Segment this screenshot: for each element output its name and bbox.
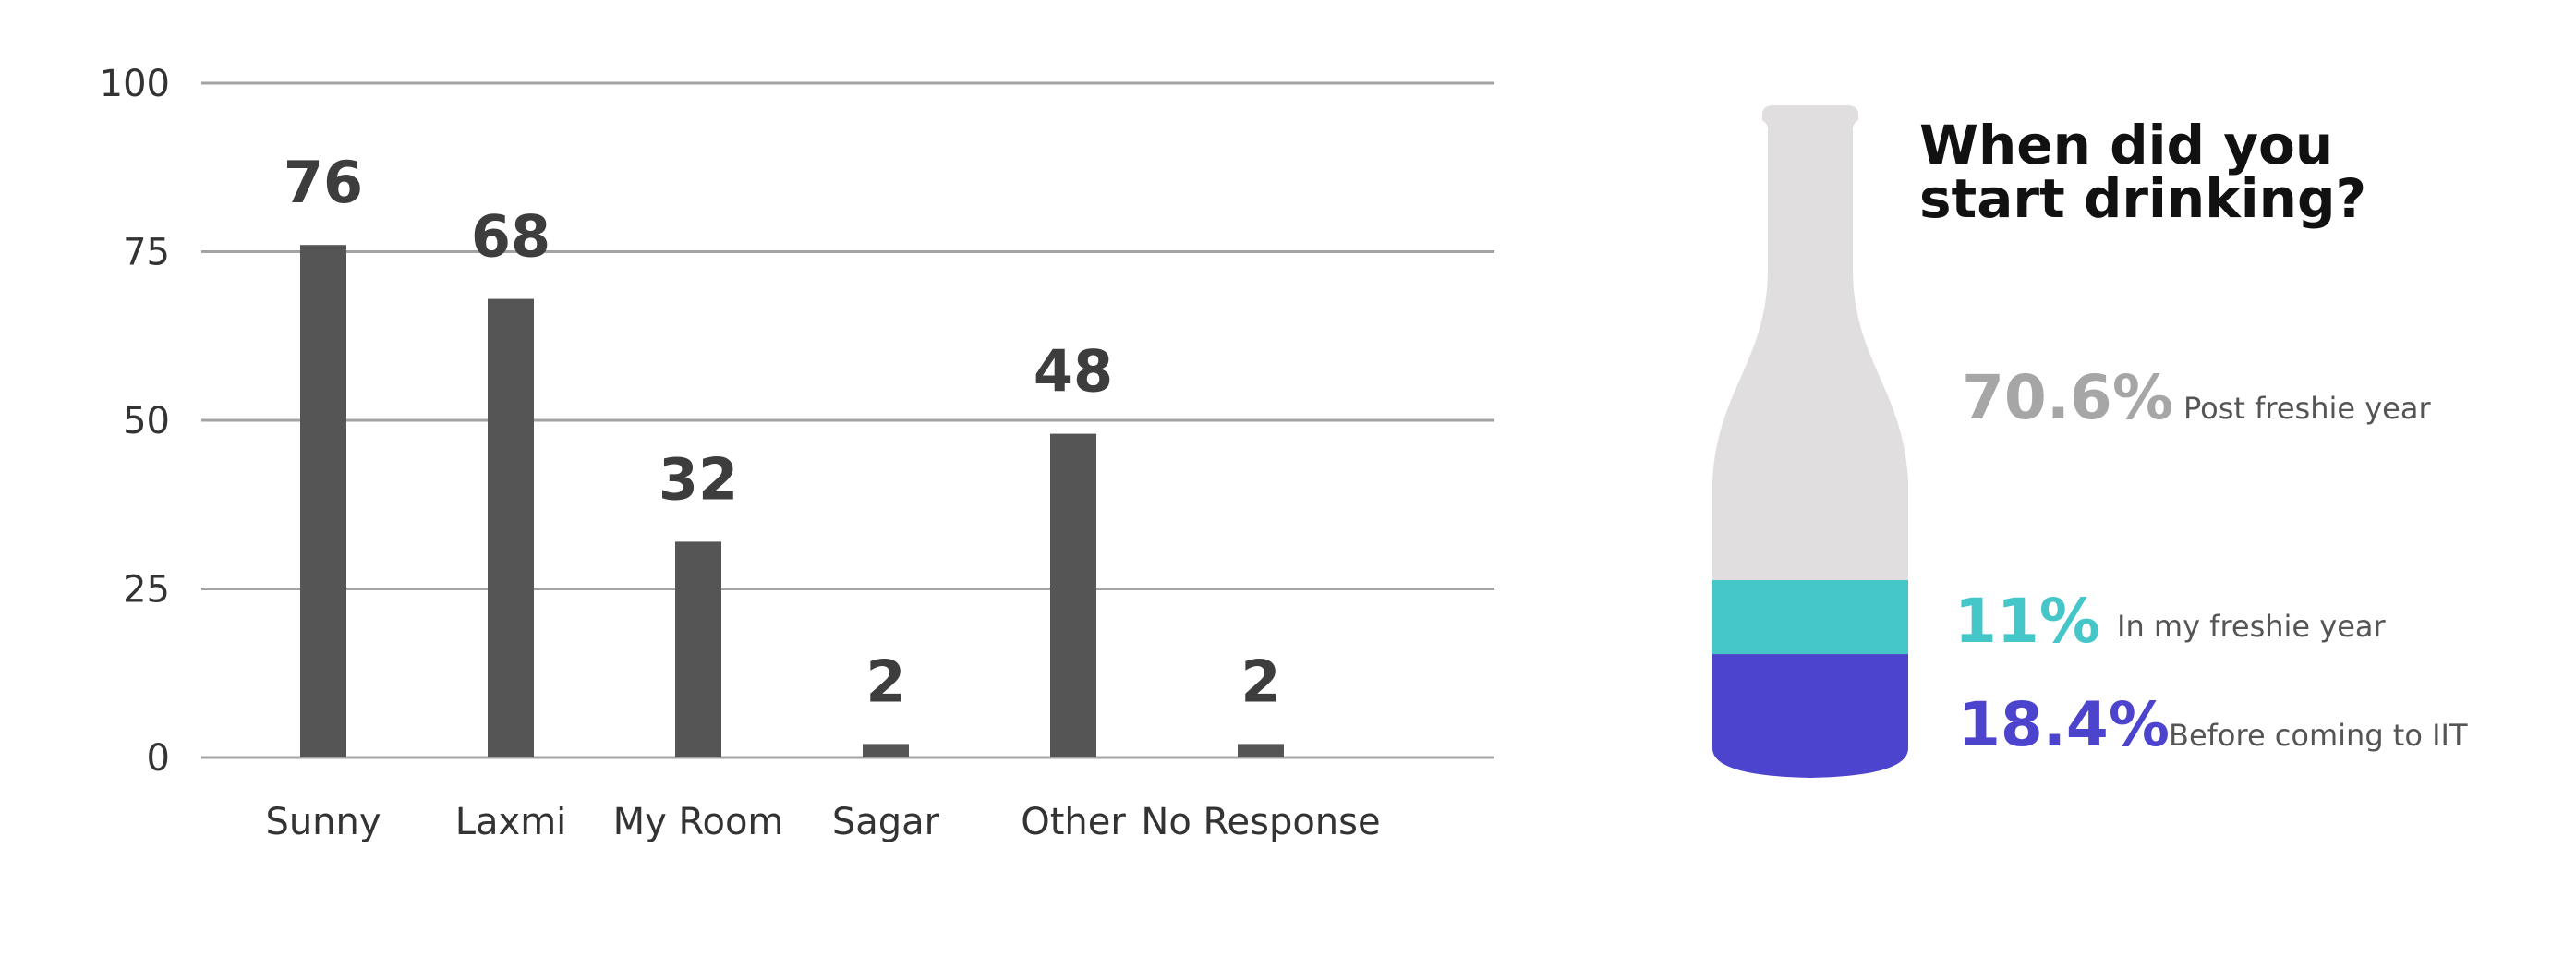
y-tick-label: 100	[100, 63, 170, 105]
bars	[300, 245, 1284, 757]
bottle-title-line-2: start drinking?	[1919, 167, 2367, 230]
bar	[488, 298, 534, 757]
y-tick-label: 50	[123, 400, 170, 442]
category-label: Sunny	[265, 801, 381, 843]
y-axis-ticks: 0 25 50 75 100	[100, 63, 170, 780]
before-iit-percent: 18.4%	[1958, 689, 2170, 760]
y-tick-label: 75	[123, 232, 170, 274]
bar-data-label: 2	[865, 648, 905, 715]
bar-data-label: 68	[471, 203, 550, 271]
category-label: Other	[1021, 801, 1126, 843]
x-axis-labels: Sunny Laxmi My Room Sagar Other No Response	[265, 801, 1380, 843]
bar	[1050, 433, 1096, 757]
data-labels: 76 68 32 2 48 2	[284, 149, 1281, 715]
bar-chart: 0255075100 7668322482 Sunny Laxmi My Room S…	[100, 63, 1494, 843]
bottle-title-line-1: When did you	[1919, 114, 2334, 176]
category-label: My Room	[613, 801, 784, 843]
bar	[675, 541, 721, 757]
bar	[1238, 744, 1284, 757]
gridlines	[201, 81, 1494, 759]
post-freshie-percent: 70.6%	[1962, 362, 2173, 433]
category-label: Laxmi	[455, 801, 567, 843]
post-freshie-description: Post freshie year	[2183, 391, 2431, 426]
bar-data-label: 32	[659, 445, 738, 513]
bottle-segment-freshie	[1712, 579, 1908, 655]
bar-data-label: 2	[1240, 648, 1280, 715]
bar-data-label: 76	[284, 149, 363, 216]
bar	[300, 245, 346, 757]
category-label: Sagar	[832, 801, 940, 843]
bottle-fill	[1712, 105, 1908, 778]
before-iit-description: Before coming to IIT	[2169, 718, 2468, 753]
bottle-segment-post-freshie	[1712, 105, 1908, 580]
y-tick-label: 25	[123, 569, 170, 612]
bottle-segment-before-iit	[1712, 654, 1908, 778]
freshie-percent: 11%	[1954, 586, 2100, 657]
bottle-chart	[1712, 105, 1908, 778]
category-label: No Response	[1141, 801, 1380, 843]
freshie-description: In my freshie year	[2117, 609, 2386, 644]
bar	[863, 744, 909, 757]
y-tick-label: 0	[147, 737, 170, 780]
bar-data-label: 48	[1034, 338, 1113, 406]
